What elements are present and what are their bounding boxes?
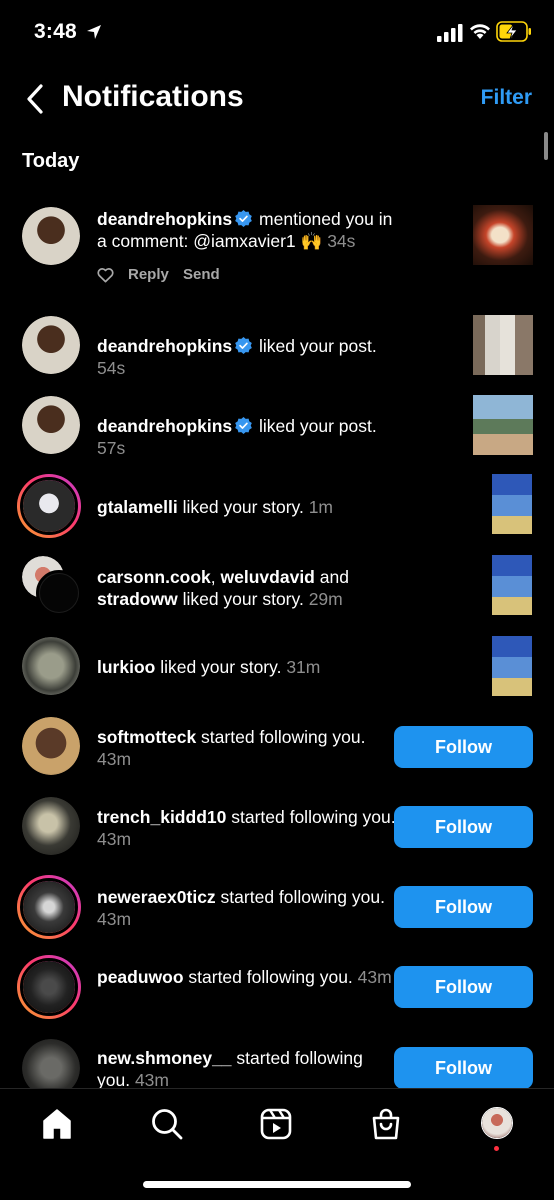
username[interactable]: peaduwoo [97,967,184,987]
post-thumbnail[interactable] [473,395,533,455]
timestamp: 43m [97,909,132,929]
avatar[interactable] [22,637,80,695]
notification-text: trench_kiddd10 started following you. 43… [97,806,397,850]
avatar-secondary[interactable] [36,570,82,616]
avatar[interactable] [22,316,80,374]
heart-icon[interactable] [97,267,114,283]
avatar[interactable] [22,207,80,265]
search-tab[interactable] [150,1107,184,1141]
search-icon [152,1109,183,1140]
story-thumbnail[interactable] [492,555,532,615]
username[interactable]: deandrehopkins [97,209,232,229]
home-tab[interactable] [40,1107,74,1141]
avatar-story-ring[interactable] [17,955,81,1019]
username[interactable]: new.shmoney__ [97,1048,232,1068]
avatar[interactable] [22,797,80,855]
profile-tab-avatar[interactable] [481,1107,513,1139]
timestamp: 54s [97,358,126,378]
notification-message: liked your story. [177,589,309,609]
home-icon [43,1109,71,1139]
notification-text: deandrehopkins liked your post. 54s [97,335,397,379]
username[interactable]: gtalamelli [97,497,178,517]
verified-badge-icon [235,210,253,227]
avatar[interactable] [22,717,80,775]
username[interactable]: lurkioo [97,657,155,677]
shop-tab[interactable] [369,1107,403,1141]
section-heading-today: Today [22,150,80,172]
story-thumbnail[interactable] [492,474,532,534]
wifi-icon [470,24,490,39]
timestamp: 57s [97,438,126,458]
post-thumbnail[interactable] [473,315,533,375]
home-indicator [143,1181,411,1188]
notification-message: started following you. [215,887,385,907]
notification-text: gtalamelli liked your story. 1m [97,496,397,518]
username[interactable]: deandrehopkins [97,416,232,436]
shop-icon [372,1108,400,1140]
username[interactable]: stradoww [97,589,178,609]
status-bar: 3:48 [0,0,554,64]
timestamp: 43m [97,749,132,769]
filter-button[interactable]: Filter [481,86,532,110]
notification-text: new.shmoney__ started following you. 43m [97,1047,397,1091]
verified-badge-icon [235,337,253,354]
notification-text: peaduwoo started following you. 43m [97,966,397,988]
follow-button[interactable]: Follow [394,966,533,1008]
notification-message: started following you. [183,967,358,987]
notification-text: softmotteck started following you. 43m [97,726,397,770]
avatar[interactable] [22,396,80,454]
username[interactable]: carsonn.cook [97,567,211,587]
reels-icon [260,1108,292,1140]
username[interactable]: weluvdavid [221,567,315,587]
username[interactable]: neweraex0ticz [97,887,216,907]
timestamp: 29m [308,589,343,609]
status-time: 3:48 [34,20,77,43]
username[interactable]: softmotteck [97,727,196,747]
timestamp: 31m [286,657,321,677]
back-chevron-icon[interactable] [22,82,50,116]
timestamp: 43m [97,829,132,849]
username[interactable]: trench_kiddd10 [97,807,226,827]
notification-message: liked your story. [177,497,309,517]
follow-button[interactable]: Follow [394,806,533,848]
separator-text: , [210,567,221,587]
story-thumbnail[interactable] [492,636,532,696]
post-thumbnail[interactable] [473,205,533,265]
reply-button[interactable]: Reply [128,266,169,283]
verified-badge-icon [235,417,253,434]
follow-button[interactable]: Follow [394,1047,533,1089]
timestamp: 43m [134,1070,169,1090]
notification-message: liked your story. [155,657,287,677]
username[interactable]: deandrehopkins [97,336,232,356]
notification-dot [494,1146,499,1151]
avatar-story-ring[interactable] [17,474,81,538]
battery-charging-icon [496,21,531,42]
follow-button[interactable]: Follow [394,886,533,928]
follow-button[interactable]: Follow [394,726,533,768]
notification-message: started following you. [196,727,366,747]
page-title: Notifications [62,80,244,113]
location-arrow-icon [87,25,101,39]
notification-text: deandrehopkins liked your post. 57s [97,415,397,459]
notification-text: carsonn.cook, weluvdavid and stradoww li… [97,566,397,610]
timestamp: 43m [357,967,392,987]
notification-text: deandrehopkins mentioned you in a commen… [97,208,397,252]
notification-message: liked your post. [254,336,377,356]
scrollbar[interactable] [544,132,548,160]
notification-message: liked your post. [254,416,377,436]
separator-text: and [314,567,349,587]
timestamp: 1m [308,497,334,517]
timestamp: 34s [327,231,356,251]
notification-text: neweraex0ticz started following you. 43m [97,886,397,930]
send-button[interactable]: Send [183,266,220,283]
reels-tab[interactable] [259,1107,293,1141]
cellular-signal-icon [437,24,463,42]
avatar-story-ring[interactable] [17,875,81,939]
notification-message: started following you. [226,807,396,827]
notification-text: lurkioo liked your story. 31m [97,656,397,678]
